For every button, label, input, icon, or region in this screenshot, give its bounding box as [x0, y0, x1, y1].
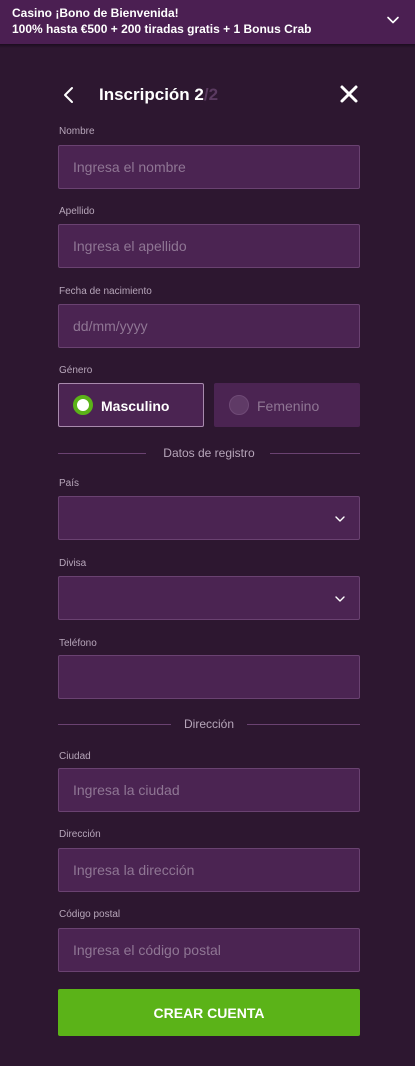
- apellido-input[interactable]: [58, 224, 360, 268]
- genero-label: Género: [59, 365, 93, 376]
- codigo-postal-label: Código postal: [59, 909, 121, 920]
- radio-selected-icon: [73, 395, 93, 415]
- pais-label: País: [59, 478, 80, 489]
- promo-subtitle: 100% hasta €500 + 200 tiradas gratis + 1…: [12, 22, 312, 36]
- banner-shadow: [0, 44, 415, 48]
- telefono-input[interactable]: [58, 655, 360, 699]
- fecha-input[interactable]: [58, 304, 360, 348]
- page-title: Inscripción 2/2: [99, 84, 218, 106]
- divider-line: [247, 724, 360, 725]
- divisa-label: Divisa: [59, 558, 87, 569]
- ciudad-label: Ciudad: [59, 751, 91, 762]
- promo-banner[interactable]: Casino ¡Bono de Bienvenida! 100% hasta €…: [0, 0, 415, 44]
- step-current: 2: [194, 85, 204, 104]
- section-divider-direccion: Dirección: [58, 717, 360, 731]
- chevron-down-icon: [335, 596, 345, 602]
- gender-option-masculino[interactable]: Masculino: [58, 383, 204, 427]
- ciudad-input[interactable]: [58, 768, 360, 812]
- divider-line: [270, 453, 360, 454]
- pais-select[interactable]: [58, 496, 360, 540]
- chevron-left-icon[interactable]: [58, 84, 80, 106]
- gender-option-femenino[interactable]: Femenino: [214, 383, 360, 427]
- gender-option-label: Femenino: [257, 398, 320, 414]
- chevron-down-icon[interactable]: [385, 12, 401, 28]
- telefono-label: Teléfono: [59, 638, 97, 649]
- promo-title: Casino ¡Bono de Bienvenida!: [12, 6, 179, 20]
- divisa-select[interactable]: [58, 576, 360, 620]
- apellido-label: Apellido: [59, 206, 95, 217]
- gender-option-label: Masculino: [101, 398, 170, 414]
- create-account-button[interactable]: CREAR CUENTA: [58, 989, 360, 1036]
- form-header: Inscripción 2/2: [0, 78, 415, 112]
- close-icon[interactable]: [338, 83, 360, 105]
- section-divider-registro: Datos de registro: [58, 446, 360, 460]
- fecha-label: Fecha de nacimiento: [59, 286, 152, 297]
- radio-unselected-icon: [229, 395, 249, 415]
- title-text: Inscripción: [99, 85, 190, 104]
- chevron-down-icon: [335, 516, 345, 522]
- direccion-input[interactable]: [58, 848, 360, 892]
- step-total: /2: [203, 85, 219, 104]
- nombre-input[interactable]: [58, 145, 360, 189]
- direccion-label: Dirección: [59, 829, 101, 840]
- nombre-label: Nombre: [59, 126, 95, 137]
- codigo-postal-input[interactable]: [58, 928, 360, 972]
